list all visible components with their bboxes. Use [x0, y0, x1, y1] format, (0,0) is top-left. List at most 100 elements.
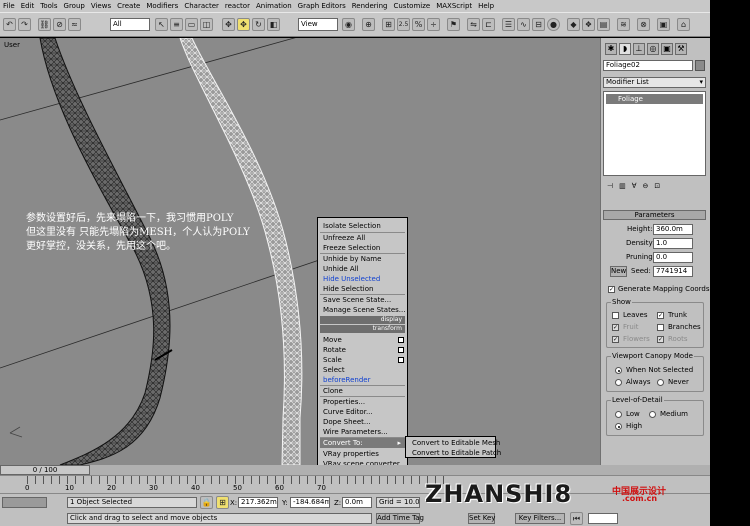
submenu-convert-editable-patch[interactable]: Convert to Editable Patch [412, 448, 501, 458]
y-coordinate-field[interactable]: -184.684m [290, 497, 330, 508]
quad-item-vray-properties[interactable]: VRay properties [323, 449, 403, 459]
fruit-checkbox[interactable]: ✓ [612, 324, 619, 331]
z-coordinate-field[interactable]: 0.0m [342, 497, 372, 508]
percent-snap-icon[interactable]: % [412, 18, 425, 31]
material-editor-icon[interactable]: ● [547, 18, 560, 31]
modify-tab-icon[interactable]: ◗ [619, 43, 631, 55]
submenu-convert-editable-mesh[interactable]: Convert to Editable Mesh [412, 438, 500, 448]
lod-medium-radio[interactable] [649, 411, 656, 418]
move-settings-icon[interactable] [398, 337, 404, 343]
menu-reactor[interactable]: reactor [225, 2, 250, 10]
time-slider[interactable]: 0 / 100 [0, 465, 710, 475]
parameters-rollout[interactable]: Parameters [603, 210, 706, 220]
create-tab-icon[interactable]: ✱ [605, 43, 617, 55]
new-seed-button[interactable]: New [610, 266, 627, 277]
hierarchy-tab-icon[interactable]: ⊥ [633, 43, 645, 55]
quad-item-isolate-selection[interactable]: Isolate Selection [323, 221, 403, 231]
quad-item-save-scene-state[interactable]: Save Scene State... [323, 295, 403, 305]
set-key-button[interactable]: Set Key [468, 513, 495, 524]
modifier-stack[interactable]: Foliage [603, 91, 706, 176]
menu-customize[interactable]: Customize [393, 2, 430, 10]
select-manipulate-icon[interactable]: ⊕ [362, 18, 375, 31]
lock-selection-icon[interactable]: 🔒 [200, 496, 213, 509]
add-time-tag-button[interactable]: Add Time Tag [376, 513, 424, 524]
stack-item-foliage[interactable]: Foliage [606, 94, 703, 104]
flowers-checkbox[interactable]: ✓ [612, 336, 619, 343]
rotate-settings-icon[interactable] [398, 347, 404, 353]
quad-item-wire-parameters[interactable]: Wire Parameters... [323, 427, 403, 437]
render-scene-icon[interactable]: ◆ [567, 18, 580, 31]
quad-item-before-render[interactable]: beforeRender [323, 375, 403, 385]
show-end-result-icon[interactable]: ▥ [619, 182, 626, 190]
time-slider-thumb[interactable]: 0 / 100 [0, 465, 90, 475]
reference-coordinate-dropdown[interactable]: View [298, 18, 338, 31]
quad-item-properties[interactable]: Properties... [323, 397, 403, 407]
object-color-swatch[interactable] [695, 60, 705, 71]
roots-checkbox[interactable]: ✓ [657, 336, 664, 343]
bind-space-warp-icon[interactable]: ≈ [68, 18, 81, 31]
generate-mapping-checkbox[interactable]: ✓ [608, 286, 615, 293]
redo-icon[interactable]: ↷ [18, 18, 31, 31]
spinner-snap-icon[interactable]: ÷ [427, 18, 440, 31]
select-by-name-icon[interactable]: ≡ [170, 18, 183, 31]
rectangle-selection-icon[interactable]: ▭ [185, 18, 198, 31]
layer-manager-icon[interactable]: ☰ [502, 18, 515, 31]
quad-item-dope-sheet[interactable]: Dope Sheet... [323, 417, 403, 427]
quad-item-clone[interactable]: Clone [323, 386, 403, 396]
scene-icon[interactable]: ⌂ [677, 18, 690, 31]
quad-item-hide-unselected[interactable]: Hide Unselected [323, 274, 403, 284]
quad-item-curve-editor[interactable]: Curve Editor... [323, 407, 403, 417]
align-icon[interactable]: ⊏ [482, 18, 495, 31]
quad-item-hide-selection[interactable]: Hide Selection [323, 284, 403, 294]
modifier-list-dropdown[interactable]: Modifier List ▾ [603, 77, 706, 88]
render-type-icon[interactable]: ▤ [597, 18, 610, 31]
menu-file[interactable]: File [3, 2, 15, 10]
utilities-tab-icon[interactable]: ⚒ [675, 43, 687, 55]
curve-editor-icon[interactable]: ∿ [517, 18, 530, 31]
seed-field[interactable]: 7741914 [653, 266, 693, 277]
select-rotate-icon[interactable]: ↻ [252, 18, 265, 31]
leaves-checkbox[interactable] [612, 312, 619, 319]
named-selection-icon[interactable]: ⚑ [447, 18, 460, 31]
quad-item-move[interactable]: Move [323, 335, 403, 345]
branches-checkbox[interactable] [657, 324, 664, 331]
goto-start-icon[interactable]: ⏮ [570, 512, 583, 525]
quad-item-unhide-all[interactable]: Unhide All [323, 264, 403, 274]
configure-sets-icon[interactable]: ⊡ [654, 182, 660, 190]
box-icon[interactable]: ▣ [657, 18, 670, 31]
menu-views[interactable]: Views [91, 2, 111, 10]
make-unique-icon[interactable]: ∀ [632, 182, 637, 190]
quick-render-icon[interactable]: ❖ [582, 18, 595, 31]
remove-modifier-icon[interactable]: ⊖ [643, 182, 649, 190]
selection-filter-dropdown[interactable]: All [110, 18, 150, 31]
window-crossing-icon[interactable]: ◫ [200, 18, 213, 31]
quad-item-select[interactable]: Select [323, 365, 403, 375]
object-name-field[interactable]: Foliage02 [603, 60, 693, 71]
lod-high-radio[interactable] [615, 423, 622, 430]
schematic-view-icon[interactable]: ⊟ [532, 18, 545, 31]
menu-rendering[interactable]: Rendering [352, 2, 388, 10]
pin-stack-icon[interactable]: ⊣ [607, 182, 613, 190]
select-and-move-icon[interactable]: ✥ [222, 18, 235, 31]
link-icon[interactable]: ⛓ [38, 18, 51, 31]
menu-tools[interactable]: Tools [40, 2, 57, 10]
container-icon[interactable]: ⊗ [637, 18, 650, 31]
select-move-active-icon[interactable]: ✥ [237, 18, 250, 31]
motion-tab-icon[interactable]: ◎ [647, 43, 659, 55]
quad-item-freeze-selection[interactable]: Freeze Selection [323, 243, 403, 253]
maxscript-listener[interactable] [2, 497, 47, 508]
angle-snap-icon[interactable]: 2.5 [397, 18, 410, 31]
current-frame-field[interactable] [588, 513, 618, 524]
x-coordinate-field[interactable]: 217.362m [238, 497, 278, 508]
quad-item-rotate[interactable]: Rotate [323, 345, 403, 355]
select-object-icon[interactable]: ↖ [155, 18, 168, 31]
quad-item-convert-to[interactable]: Convert To: ▸ [320, 438, 405, 448]
track-bar[interactable]: 0 10 20 30 40 50 60 70 [0, 475, 710, 494]
density-field[interactable]: 1.0 [653, 238, 693, 249]
menu-create[interactable]: Create [117, 2, 140, 10]
lod-low-radio[interactable] [615, 411, 622, 418]
when-not-selected-radio[interactable] [615, 367, 622, 374]
menu-group[interactable]: Group [64, 2, 85, 10]
quad-item-scale[interactable]: Scale [323, 355, 403, 365]
quad-item-manage-scene-states[interactable]: Manage Scene States... [323, 305, 405, 315]
